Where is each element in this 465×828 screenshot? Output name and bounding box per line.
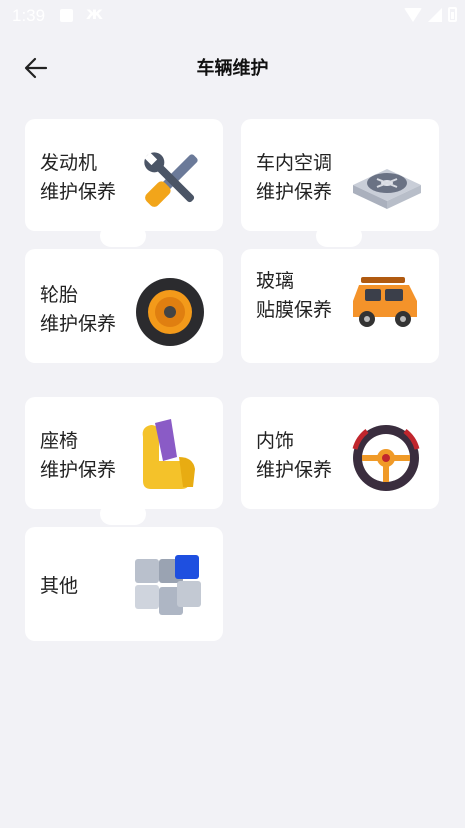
air-conditioner-fan-icon	[353, 169, 421, 209]
status-time: 1:39	[12, 6, 46, 25]
card-seat-maintenance[interactable]: 座椅 维护保养	[25, 397, 223, 509]
tools-icon	[144, 152, 198, 207]
card-interior-maintenance[interactable]: 内饰 维护保养	[241, 397, 439, 509]
card-other[interactable]: 其他	[25, 527, 223, 641]
card-label: 玻璃 贴膜保养	[256, 270, 333, 321]
card-label: 发动机 维护保养	[40, 152, 117, 203]
card-engine-maintenance[interactable]: 发动机 维护保养	[25, 119, 223, 231]
steering-wheel-icon	[352, 425, 420, 491]
tire-icon	[136, 278, 204, 346]
card-label: 其他	[40, 575, 79, 597]
signal-icon	[428, 7, 442, 22]
card-label: 车内空调 维护保养	[256, 152, 333, 203]
bug-icon: ж	[86, 4, 103, 24]
header: 车辆维护	[0, 40, 465, 96]
status-icons	[404, 7, 457, 22]
card-tire-maintenance[interactable]: 轮胎 维护保养	[25, 249, 223, 363]
card-label: 内饰 维护保养	[256, 430, 333, 481]
card-ac-maintenance[interactable]: 车内空调 维护保养	[241, 119, 439, 231]
blocks-icon	[135, 555, 201, 615]
status-bar: 1:39 ж	[0, 0, 465, 32]
page-title: 车辆维护	[196, 58, 269, 79]
card-label: 轮胎 维护保养	[40, 284, 117, 335]
card-glass-film[interactable]: 玻璃 贴膜保养	[241, 249, 439, 363]
seat-icon	[142, 419, 195, 489]
car-icon	[353, 277, 417, 327]
battery-icon	[448, 7, 457, 22]
wifi-icon	[404, 7, 422, 22]
notification-icon	[60, 9, 73, 22]
card-label: 座椅 维护保养	[40, 430, 117, 481]
